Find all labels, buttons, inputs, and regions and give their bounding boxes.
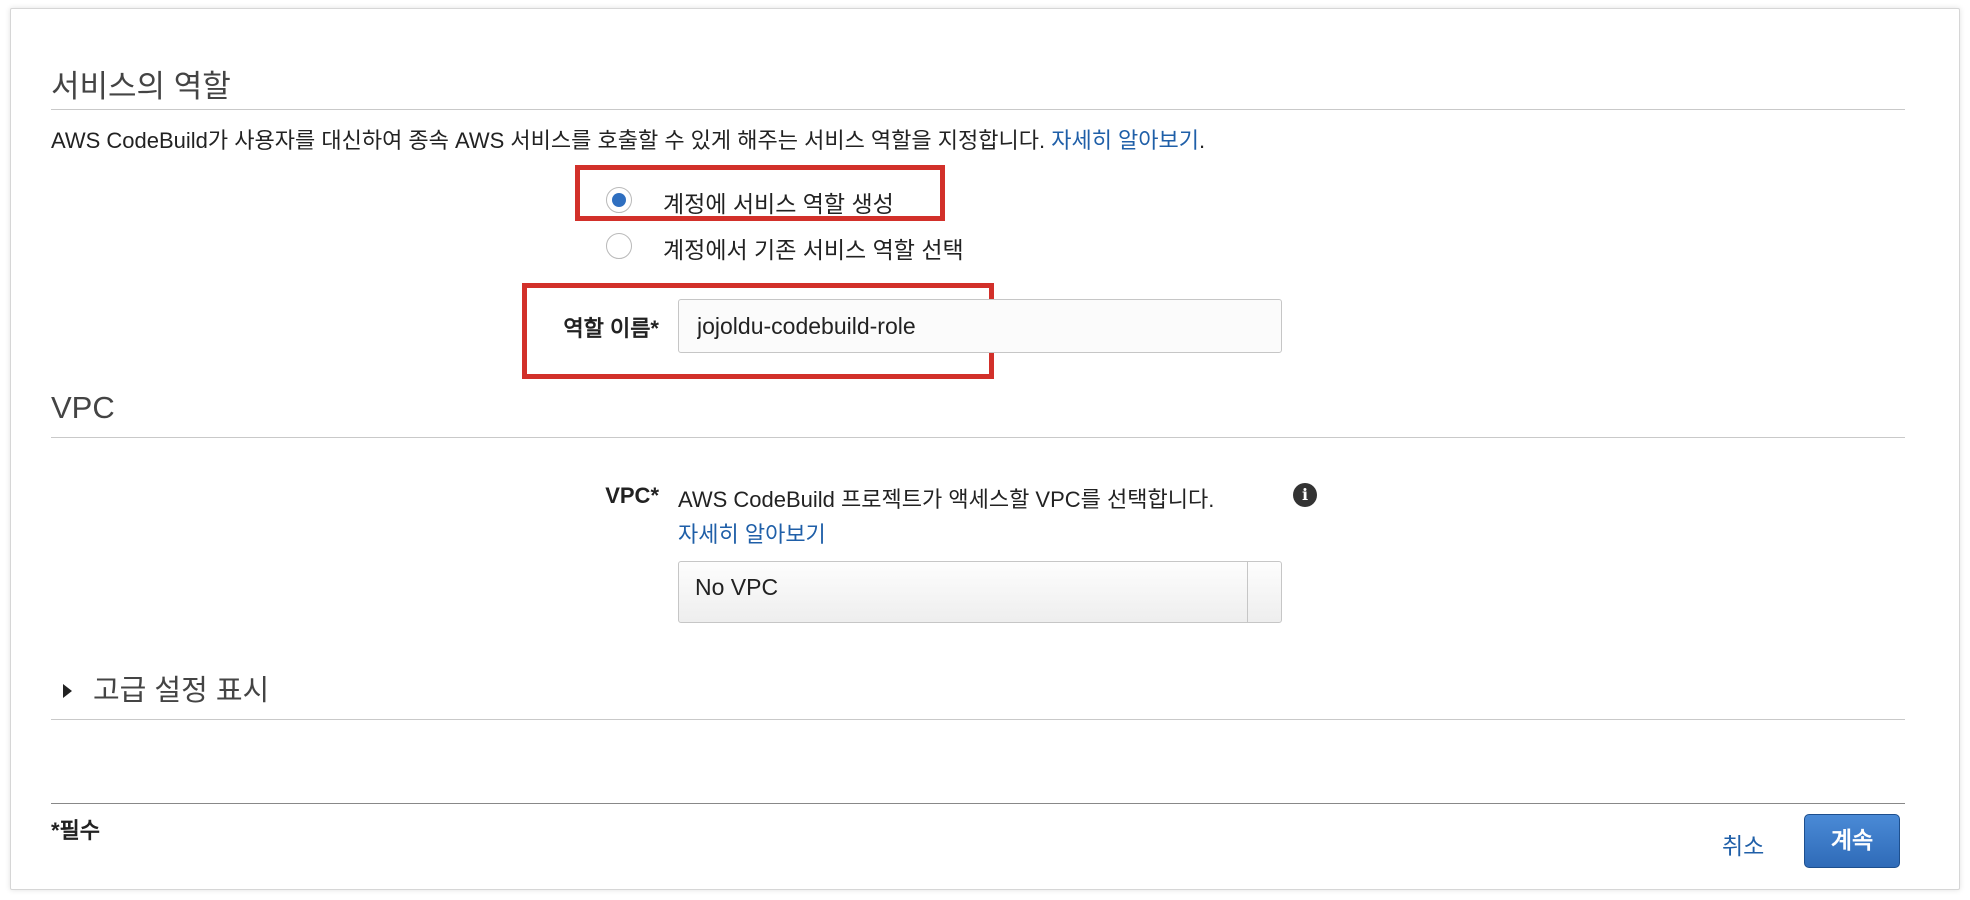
cancel-button[interactable]: 취소 [1722, 827, 1764, 861]
vpc-select[interactable]: No VPC [678, 561, 1282, 623]
vpc-heading: VPC [51, 390, 115, 425]
required-note: *필수 [51, 818, 101, 843]
vpc-select-value: No VPC [695, 574, 779, 600]
info-icon[interactable]: i [1293, 483, 1317, 507]
section-divider [51, 109, 1905, 110]
vpc-help-text: AWS CodeBuild 프로젝트가 액세스할 VPC를 선택합니다. [678, 487, 1215, 512]
chevron-down-icon [1247, 562, 1281, 622]
section-divider [51, 437, 1905, 438]
vpc-learn-more-link[interactable]: 자세히 알아보기 [678, 517, 826, 549]
radio-existing-role-label[interactable]: 계정에서 기존 서비스 역할 선택 [663, 231, 964, 265]
service-role-heading: 서비스의 역할 [51, 69, 231, 104]
continue-button[interactable]: 계속 [1804, 814, 1900, 868]
advanced-settings-toggle[interactable]: 고급 설정 표시 [93, 667, 269, 709]
period: . [1199, 128, 1206, 153]
service-role-learn-more-link[interactable]: 자세히 알아보기 [1051, 128, 1199, 153]
service-role-description: AWS CodeBuild가 사용자를 대신하여 종속 AWS 서비스를 호출할… [51, 123, 1205, 155]
caret-right-icon[interactable] [63, 684, 72, 698]
radio-create-role[interactable] [606, 187, 632, 213]
radio-create-role-label[interactable]: 계정에 서비스 역할 생성 [663, 185, 894, 219]
form-panel: 서비스의 역할 AWS CodeBuild가 사용자를 대신하여 종속 AWS … [10, 8, 1960, 890]
radio-existing-role[interactable] [606, 233, 632, 259]
footer-divider [51, 803, 1905, 804]
vpc-label: VPC* [605, 483, 659, 508]
section-divider [51, 719, 1905, 720]
role-name-label: 역할 이름* [563, 316, 659, 341]
service-role-description-text: AWS CodeBuild가 사용자를 대신하여 종속 AWS 서비스를 호출할… [51, 128, 1046, 153]
role-name-input[interactable] [678, 299, 1282, 353]
